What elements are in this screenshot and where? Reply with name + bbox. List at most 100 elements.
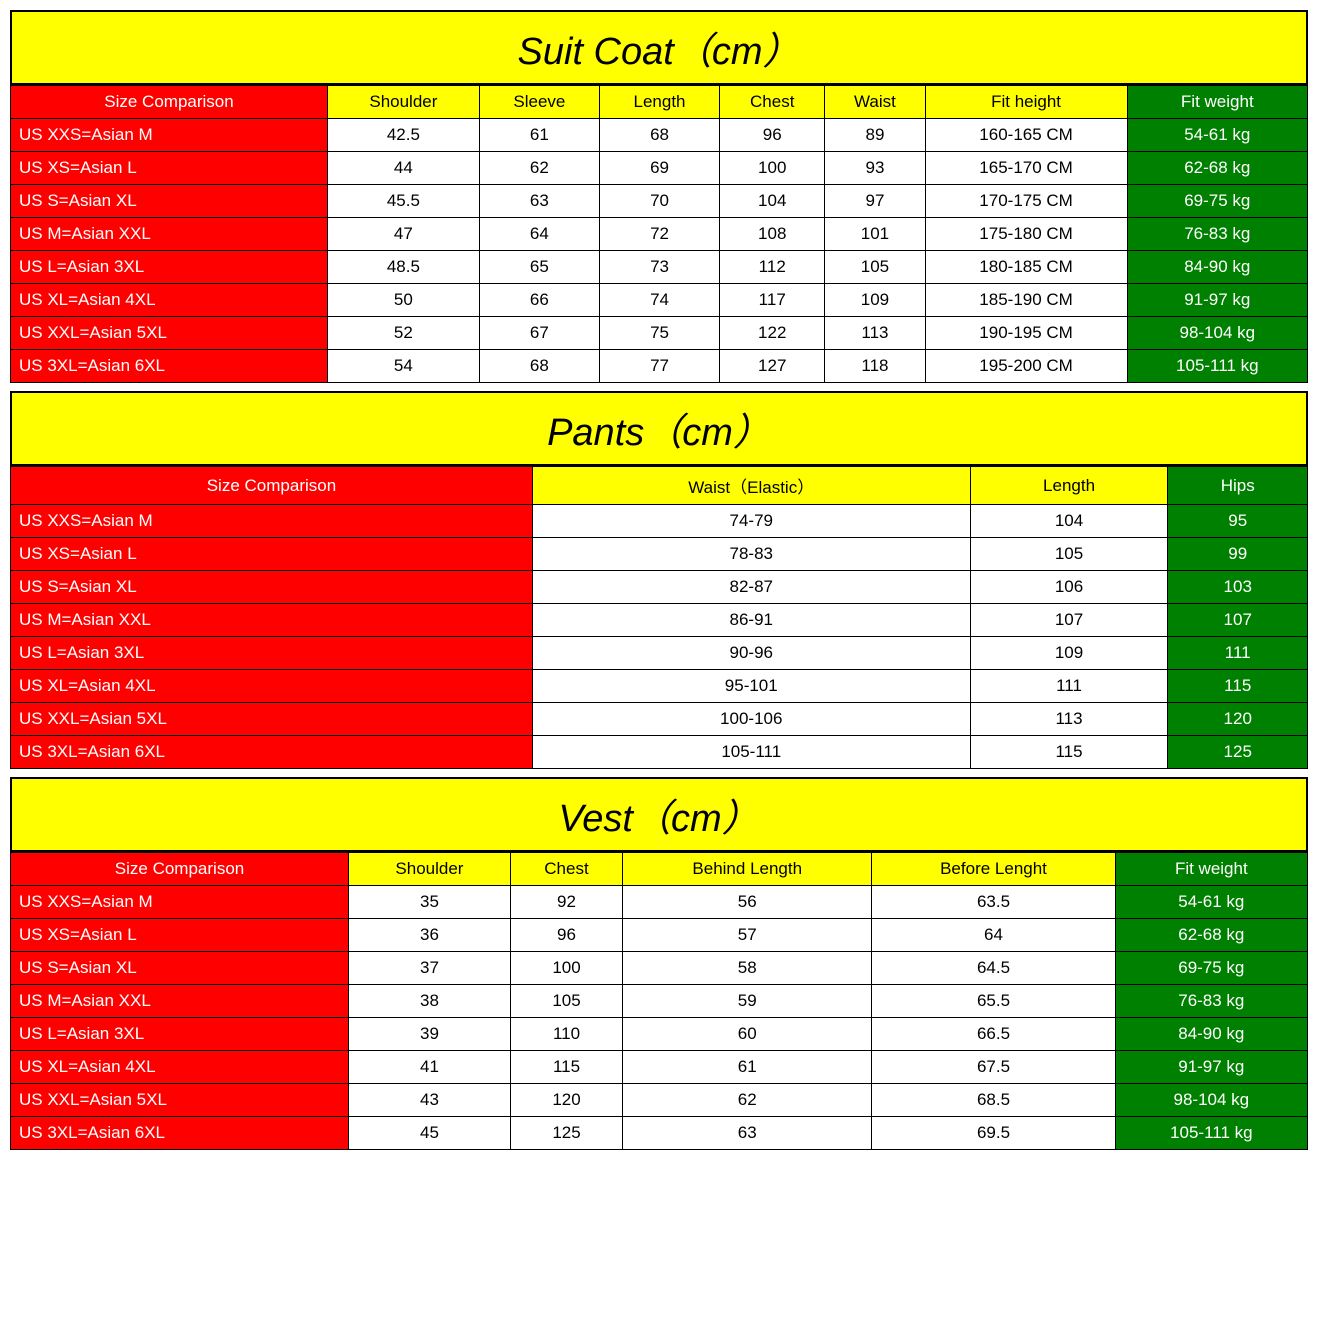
data-cell: 113 xyxy=(970,703,1168,736)
table-row: US XS=Asian L3696576462-68 kg xyxy=(11,919,1308,952)
pants-body: US XXS=Asian M74-7910495US XS=Asian L78-… xyxy=(11,505,1308,769)
data-cell: 35 xyxy=(349,886,511,919)
data-cell: 82-87 xyxy=(532,571,970,604)
fit-weight-cell: 54-61 kg xyxy=(1115,886,1307,919)
suit-coat-title: Suit Coat（cm） xyxy=(10,10,1308,85)
data-cell: 117 xyxy=(720,284,825,317)
data-cell: 115 xyxy=(510,1051,622,1084)
hips-cell: 120 xyxy=(1168,703,1308,736)
table-row: US XXS=Asian M42.561689689160-165 CM54-6… xyxy=(11,119,1308,152)
data-cell: 104 xyxy=(720,185,825,218)
table-row: US S=Asian XL82-87106103 xyxy=(11,571,1308,604)
data-cell: 56 xyxy=(623,886,872,919)
data-cell: 180-185 CM xyxy=(925,251,1127,284)
hips-cell: 95 xyxy=(1168,505,1308,538)
data-cell: 64 xyxy=(872,919,1115,952)
data-cell: 107 xyxy=(970,604,1168,637)
suit-coat-header-length: Length xyxy=(599,86,719,119)
data-cell: 60 xyxy=(623,1018,872,1051)
size-cell: US XS=Asian L xyxy=(11,152,328,185)
data-cell: 61 xyxy=(479,119,599,152)
data-cell: 63 xyxy=(623,1117,872,1150)
data-cell: 50 xyxy=(327,284,479,317)
data-cell: 127 xyxy=(720,350,825,383)
suit-coat-header-waist: Waist xyxy=(825,86,925,119)
table-row: US XXS=Asian M74-7910495 xyxy=(11,505,1308,538)
table-row: US XXL=Asian 5XL431206268.598-104 kg xyxy=(11,1084,1308,1117)
data-cell: 100 xyxy=(720,152,825,185)
data-cell: 68.5 xyxy=(872,1084,1115,1117)
data-cell: 195-200 CM xyxy=(925,350,1127,383)
data-cell: 90-96 xyxy=(532,637,970,670)
data-cell: 112 xyxy=(720,251,825,284)
fit-weight-cell: 76-83 kg xyxy=(1127,218,1307,251)
size-cell: US L=Asian 3XL xyxy=(11,637,533,670)
hips-cell: 99 xyxy=(1168,538,1308,571)
fit-weight-cell: 98-104 kg xyxy=(1127,317,1307,350)
data-cell: 105-111 xyxy=(532,736,970,769)
data-cell: 77 xyxy=(599,350,719,383)
data-cell: 105 xyxy=(825,251,925,284)
size-cell: US XS=Asian L xyxy=(11,538,533,571)
table-row: US L=Asian 3XL90-96109111 xyxy=(11,637,1308,670)
data-cell: 74 xyxy=(599,284,719,317)
data-cell: 93 xyxy=(825,152,925,185)
table-row: US XXL=Asian 5XL526775122113190-195 CM98… xyxy=(11,317,1308,350)
fit-weight-cell: 105-111 kg xyxy=(1115,1117,1307,1150)
data-cell: 68 xyxy=(599,119,719,152)
table-row: US XL=Asian 4XL506674117109185-190 CM91-… xyxy=(11,284,1308,317)
data-cell: 65 xyxy=(479,251,599,284)
data-cell: 125 xyxy=(510,1117,622,1150)
data-cell: 105 xyxy=(510,985,622,1018)
data-cell: 59 xyxy=(623,985,872,1018)
suit-coat-header-fit-height: Fit height xyxy=(925,86,1127,119)
data-cell: 57 xyxy=(623,919,872,952)
data-cell: 69 xyxy=(599,152,719,185)
vest-table: Size Comparison Shoulder Chest Behind Le… xyxy=(10,852,1308,1150)
pants-header-length: Length xyxy=(970,467,1168,505)
suit-coat-header-sleeve: Sleeve xyxy=(479,86,599,119)
table-row: US M=Asian XXL86-91107107 xyxy=(11,604,1308,637)
suit-coat-header-size: Size Comparison xyxy=(11,86,328,119)
suit-coat-header-chest: Chest xyxy=(720,86,825,119)
pants-header-waist: Waist（Elastic） xyxy=(532,467,970,505)
size-cell: US XS=Asian L xyxy=(11,919,349,952)
data-cell: 113 xyxy=(825,317,925,350)
table-row: US L=Asian 3XL391106066.584-90 kg xyxy=(11,1018,1308,1051)
data-cell: 75 xyxy=(599,317,719,350)
data-cell: 65.5 xyxy=(872,985,1115,1018)
table-row: US L=Asian 3XL48.56573112105180-185 CM84… xyxy=(11,251,1308,284)
size-cell: US M=Asian XXL xyxy=(11,604,533,637)
size-cell: US XXL=Asian 5XL xyxy=(11,317,328,350)
fit-weight-cell: 84-90 kg xyxy=(1127,251,1307,284)
vest-header-shoulder: Shoulder xyxy=(349,853,511,886)
vest-header-fit-weight: Fit weight xyxy=(1115,853,1307,886)
data-cell: 67.5 xyxy=(872,1051,1115,1084)
data-cell: 185-190 CM xyxy=(925,284,1127,317)
data-cell: 63 xyxy=(479,185,599,218)
data-cell: 97 xyxy=(825,185,925,218)
data-cell: 43 xyxy=(349,1084,511,1117)
data-cell: 160-165 CM xyxy=(925,119,1127,152)
size-cell: US XXS=Asian M xyxy=(11,119,328,152)
pants-header-hips: Hips xyxy=(1168,467,1308,505)
data-cell: 106 xyxy=(970,571,1168,604)
table-row: US XS=Asian L78-8310599 xyxy=(11,538,1308,571)
size-cell: US L=Asian 3XL xyxy=(11,1018,349,1051)
vest-header-behind-length: Behind Length xyxy=(623,853,872,886)
vest-header-before-length: Before Lenght xyxy=(872,853,1115,886)
data-cell: 96 xyxy=(510,919,622,952)
data-cell: 45.5 xyxy=(327,185,479,218)
hips-cell: 111 xyxy=(1168,637,1308,670)
data-cell: 54 xyxy=(327,350,479,383)
suit-coat-body: US XXS=Asian M42.561689689160-165 CM54-6… xyxy=(11,119,1308,383)
data-cell: 78-83 xyxy=(532,538,970,571)
data-cell: 64 xyxy=(479,218,599,251)
data-cell: 58 xyxy=(623,952,872,985)
size-cell: US XXS=Asian M xyxy=(11,886,349,919)
data-cell: 104 xyxy=(970,505,1168,538)
hips-cell: 103 xyxy=(1168,571,1308,604)
data-cell: 109 xyxy=(970,637,1168,670)
size-cell: US XXL=Asian 5XL xyxy=(11,703,533,736)
size-cell: US XL=Asian 4XL xyxy=(11,1051,349,1084)
